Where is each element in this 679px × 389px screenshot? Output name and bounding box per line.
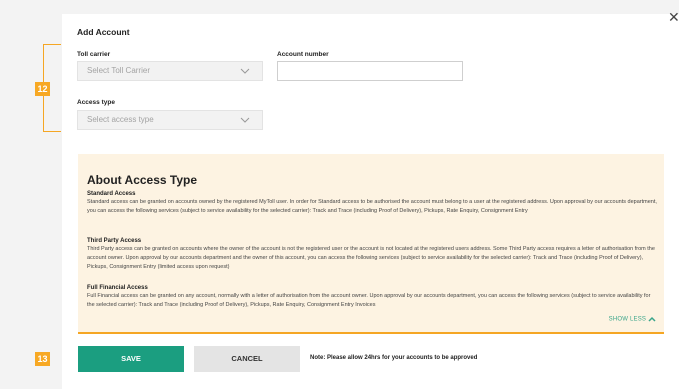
page-title: Add Account xyxy=(77,27,130,37)
account-number-label: Account number xyxy=(277,51,329,58)
account-number-input[interactable] xyxy=(277,61,463,81)
chevron-down-icon xyxy=(240,117,250,123)
third-party-access-title: Third Party Access xyxy=(87,238,142,244)
cancel-button[interactable]: CANCEL xyxy=(194,346,300,372)
show-less-link[interactable]: SHOW LESS xyxy=(609,316,656,323)
full-financial-access-title: Full Financial Access xyxy=(87,285,148,291)
close-icon[interactable]: ✕ xyxy=(668,11,679,25)
access-type-select[interactable]: Select access type xyxy=(77,110,263,130)
toll-carrier-placeholder: Select Toll Carrier xyxy=(87,66,150,75)
third-party-access-text: Third Party access can be granted on acc… xyxy=(87,246,655,270)
access-type-label: Access type xyxy=(77,99,115,106)
annotation-badge-12: 12 xyxy=(35,82,50,96)
full-financial-access-text: Full Financial access can be granted on … xyxy=(87,293,651,308)
show-less-label: SHOW LESS xyxy=(608,316,647,323)
about-title: About Access Type xyxy=(87,173,198,187)
approval-note: Note: Please allow 24hrs for your accoun… xyxy=(310,355,478,361)
chevron-down-icon xyxy=(240,68,250,74)
toll-carrier-select[interactable]: Select Toll Carrier xyxy=(77,61,263,81)
annotation-badge-13: 13 xyxy=(35,352,50,366)
standard-access-text: Standard access can be granted on accoun… xyxy=(87,199,657,214)
toll-carrier-label: Toll carrier xyxy=(77,51,111,58)
chevron-up-icon xyxy=(648,316,656,322)
save-button[interactable]: SAVE xyxy=(78,346,184,372)
access-type-placeholder: Select access type xyxy=(87,115,154,124)
standard-access-title: Standard Access xyxy=(87,191,136,197)
about-access-type-box: About Access Type Standard Access Standa… xyxy=(78,154,664,334)
